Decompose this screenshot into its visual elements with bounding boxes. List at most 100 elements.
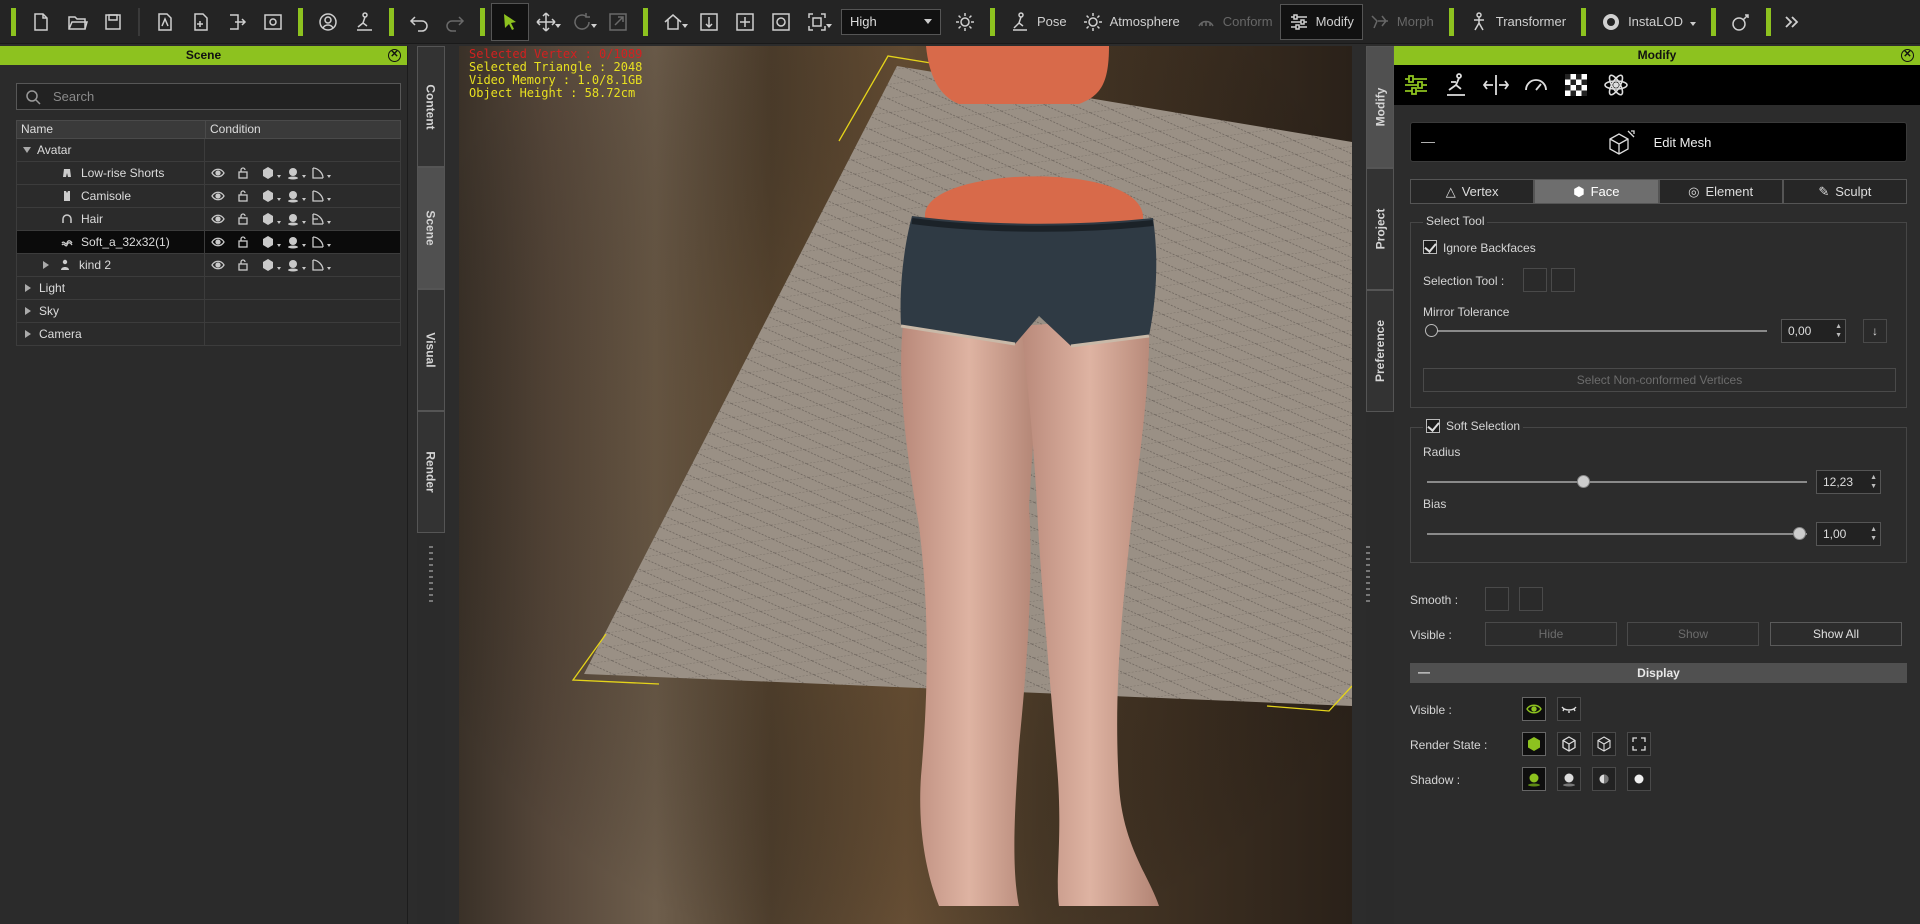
pose-button[interactable]: Pose: [1002, 5, 1075, 39]
tab-scene[interactable]: Scene: [417, 167, 445, 289]
tab-preference[interactable]: Preference: [1366, 290, 1394, 412]
expand-arrow-icon[interactable]: [25, 330, 31, 338]
selection-tool-rect-button[interactable]: [1523, 268, 1547, 292]
unlock-icon[interactable]: [236, 166, 250, 180]
morph-button[interactable]: Morph: [1362, 5, 1442, 39]
move-icon[interactable]: [528, 4, 564, 40]
expand-arrow-icon[interactable]: [25, 284, 31, 292]
lod-icon[interactable]: [311, 212, 331, 226]
new-file-icon[interactable]: [23, 4, 59, 40]
lod-icon[interactable]: [311, 189, 331, 203]
lod-icon[interactable]: [311, 166, 331, 180]
atmosphere-button[interactable]: Atmosphere: [1075, 5, 1188, 39]
motion-icon[interactable]: [346, 4, 382, 40]
resize-grip[interactable]: [429, 546, 433, 602]
redo-icon[interactable]: [437, 4, 473, 40]
cube-icon[interactable]: [261, 166, 281, 180]
character-icon[interactable]: [310, 4, 346, 40]
camera-orbit-icon[interactable]: [763, 4, 799, 40]
tab-sculpt[interactable]: ✎ Sculpt: [1782, 179, 1907, 204]
selection-tool-lasso-button[interactable]: [1551, 268, 1575, 292]
display-section-header[interactable]: — Display: [1410, 663, 1907, 683]
3d-viewport[interactable]: Selected Vertex : 0/1089 Selected Triang…: [459, 46, 1352, 924]
import-icon[interactable]: [147, 4, 183, 40]
overflow-chevrons-icon[interactable]: [1778, 4, 1806, 40]
undo-icon[interactable]: [401, 4, 437, 40]
shadow-cast-icon[interactable]: [1557, 767, 1581, 791]
select-nonconformed-button[interactable]: Select Non-conformed Vertices: [1423, 368, 1896, 392]
mirror-scale-icon[interactable]: [1480, 69, 1512, 101]
cube-icon[interactable]: [261, 189, 281, 203]
shadow-sphere-icon[interactable]: [286, 189, 306, 203]
collapse-icon[interactable]: —: [1418, 665, 1430, 679]
export-icon[interactable]: [219, 4, 255, 40]
tree-row-camera[interactable]: Camera: [16, 323, 401, 346]
cube-icon[interactable]: [261, 235, 281, 249]
render-solid-cube-icon[interactable]: [1522, 732, 1546, 756]
slider-knob[interactable]: [1577, 475, 1590, 488]
transformer-button[interactable]: Transformer: [1461, 5, 1574, 39]
checker-material-icon[interactable]: [1560, 69, 1592, 101]
render-box-icon[interactable]: [1627, 732, 1651, 756]
shadow-none-icon[interactable]: [1627, 767, 1651, 791]
smooth-button[interactable]: [1485, 587, 1509, 611]
hide-button[interactable]: Hide: [1485, 622, 1617, 646]
fit-view-icon[interactable]: [799, 4, 835, 40]
tree-row-hair[interactable]: Hair: [16, 208, 401, 231]
motion-pose-icon[interactable]: [1440, 69, 1472, 101]
shadow-cast-receive-icon[interactable]: [1522, 767, 1546, 791]
rotate-icon[interactable]: [564, 4, 600, 40]
soft-selection-checkbox[interactable]: [1426, 419, 1440, 433]
resize-grip[interactable]: [1366, 546, 1370, 602]
eye-icon[interactable]: [1522, 697, 1546, 721]
tree-row-camisole[interactable]: Camisole: [16, 185, 401, 208]
save-icon[interactable]: [95, 4, 131, 40]
preview-icon[interactable]: [255, 4, 291, 40]
modify-button[interactable]: Modify: [1279, 3, 1363, 40]
conform-button[interactable]: Conform: [1188, 5, 1281, 39]
close-icon[interactable]: ✕: [388, 49, 401, 62]
mirror-tolerance-input[interactable]: 0,00: [1781, 319, 1846, 343]
shadow-sphere-icon[interactable]: [286, 235, 306, 249]
show-button[interactable]: Show: [1627, 622, 1759, 646]
search-input[interactable]: Search: [16, 83, 401, 110]
expand-arrow-icon[interactable]: [25, 307, 31, 315]
tab-visual[interactable]: Visual: [417, 289, 445, 411]
cube-icon[interactable]: [261, 212, 281, 226]
mirror-tolerance-slider[interactable]: [1431, 330, 1767, 332]
slider-knob[interactable]: [1793, 527, 1806, 540]
unlock-icon[interactable]: [236, 212, 250, 226]
unlock-icon[interactable]: [236, 258, 250, 272]
tab-render[interactable]: Render: [417, 411, 445, 533]
physics-atom-icon[interactable]: [1600, 69, 1632, 101]
tab-project[interactable]: Project: [1366, 168, 1394, 290]
column-name-header[interactable]: Name: [17, 121, 206, 138]
shadow-sphere-icon[interactable]: [286, 258, 306, 272]
edit-mesh-button[interactable]: — Edit Mesh: [1410, 122, 1907, 162]
sun-icon[interactable]: [947, 4, 983, 40]
slider-knob[interactable]: [1425, 324, 1438, 337]
tab-content[interactable]: Content: [417, 46, 445, 167]
expand-arrow-icon[interactable]: [23, 147, 31, 153]
scale-icon[interactable]: [600, 4, 636, 40]
tree-row-soft[interactable]: Soft_a_32x32(1): [16, 231, 401, 254]
cube-icon[interactable]: [261, 258, 281, 272]
camera-zoom-icon[interactable]: [727, 4, 763, 40]
radius-slider[interactable]: [1427, 481, 1807, 483]
select-arrow-icon[interactable]: [491, 2, 529, 41]
unlock-icon[interactable]: [236, 235, 250, 249]
tree-row-kind2[interactable]: kind 2: [16, 254, 401, 277]
tree-row-light[interactable]: Light: [16, 277, 401, 300]
sliders-icon[interactable]: [1400, 69, 1432, 101]
bias-slider[interactable]: [1427, 533, 1807, 535]
open-folder-icon[interactable]: [59, 4, 95, 40]
instalod-button[interactable]: InstaLOD: [1593, 5, 1704, 39]
eye-icon[interactable]: [211, 166, 225, 180]
shadow-sphere-icon[interactable]: [286, 212, 306, 226]
column-condition-header[interactable]: Condition: [206, 121, 261, 138]
merge-icon[interactable]: [183, 4, 219, 40]
gauge-icon[interactable]: [1520, 69, 1552, 101]
close-icon[interactable]: ✕: [1901, 49, 1914, 62]
render-wire-cube-icon[interactable]: [1592, 732, 1616, 756]
plugin-icon[interactable]: [1723, 4, 1759, 40]
